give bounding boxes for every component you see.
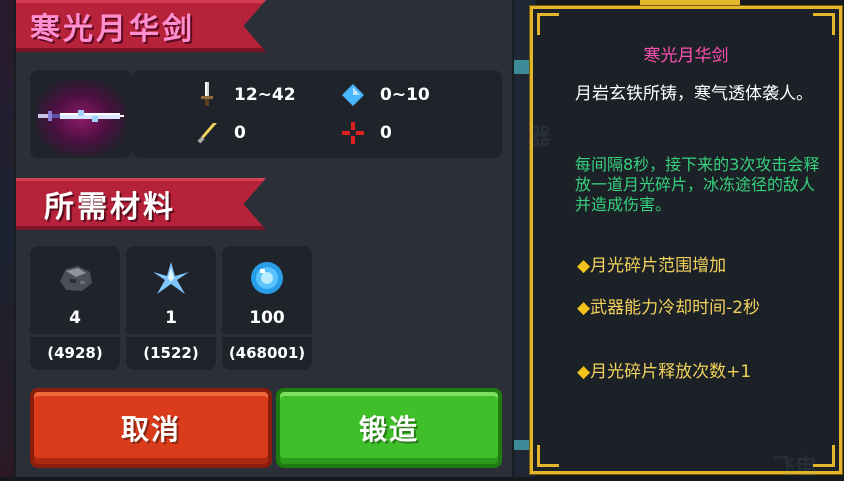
crystal-shard-icon: [151, 260, 191, 296]
frame-corner: [813, 13, 835, 35]
stat-damage: 12~42: [194, 82, 296, 108]
ore-icon: [55, 260, 95, 296]
forge-panel: 寒光月华剑 12~42 0~10 0 0 所需材料 4 (4928) 1 (15…: [14, 0, 514, 477]
diamond-bullet-icon: ◆: [577, 298, 591, 318]
material-slot-ore[interactable]: 4 (4928): [30, 246, 120, 370]
material-slot-gem[interactable]: 100 (468001): [222, 246, 312, 370]
forge-button[interactable]: 锻造: [276, 388, 502, 468]
dagger-icon: [194, 82, 220, 108]
sword-icon: [38, 110, 124, 122]
frame-corner: [537, 445, 559, 467]
tooltip-bullet: ◆月光碎片释放次数+1: [577, 362, 752, 382]
crosshair-icon: [340, 120, 366, 146]
energy-diamond-icon: [340, 82, 366, 108]
tooltip-bullet: ◆月光碎片范围增加: [577, 256, 727, 276]
cancel-button[interactable]: 取消: [30, 388, 272, 468]
tooltip-title: 寒光月华剑: [643, 46, 729, 66]
materials-ribbon: 所需材料: [16, 178, 266, 230]
weapon-name: 寒光月华剑: [30, 11, 195, 47]
tooltip-bullet: ◆武器能力冷却时间-2秒: [577, 298, 761, 318]
blue-gem-icon: [247, 260, 287, 296]
weapon-preview: [30, 70, 132, 158]
weapon-stats: 12~42 0~10 0 0: [132, 70, 502, 158]
frame-corner: [813, 445, 835, 467]
crit-blade-icon: [194, 120, 220, 146]
background-ghost-text: 飞电: [773, 455, 818, 480]
background-ghost-text: 器: [529, 125, 552, 150]
stat-accuracy: 0: [340, 120, 392, 146]
diamond-bullet-icon: ◆: [577, 362, 591, 382]
tooltip-description: 月岩玄铁所铸，寒气透体袭人。: [575, 84, 813, 104]
stat-crit: 0: [194, 120, 246, 146]
frame-corner: [537, 13, 559, 35]
material-slot-crystal[interactable]: 1 (1522): [126, 246, 216, 370]
weapon-name-ribbon: 寒光月华剑: [16, 0, 266, 52]
tooltip-effect: 每间隔8秒，接下来的3次攻击会释放一道月光碎片，冰冻途径的敌人并造成伤害。: [575, 155, 820, 214]
diamond-bullet-icon: ◆: [577, 256, 591, 276]
materials-header: 所需材料: [44, 189, 176, 225]
stat-energy: 0~10: [340, 82, 430, 108]
weapon-tooltip: 器 飞电 寒光月华剑 月岩玄铁所铸，寒气透体袭人。 每间隔8秒，接下来的3次攻击…: [529, 5, 843, 480]
